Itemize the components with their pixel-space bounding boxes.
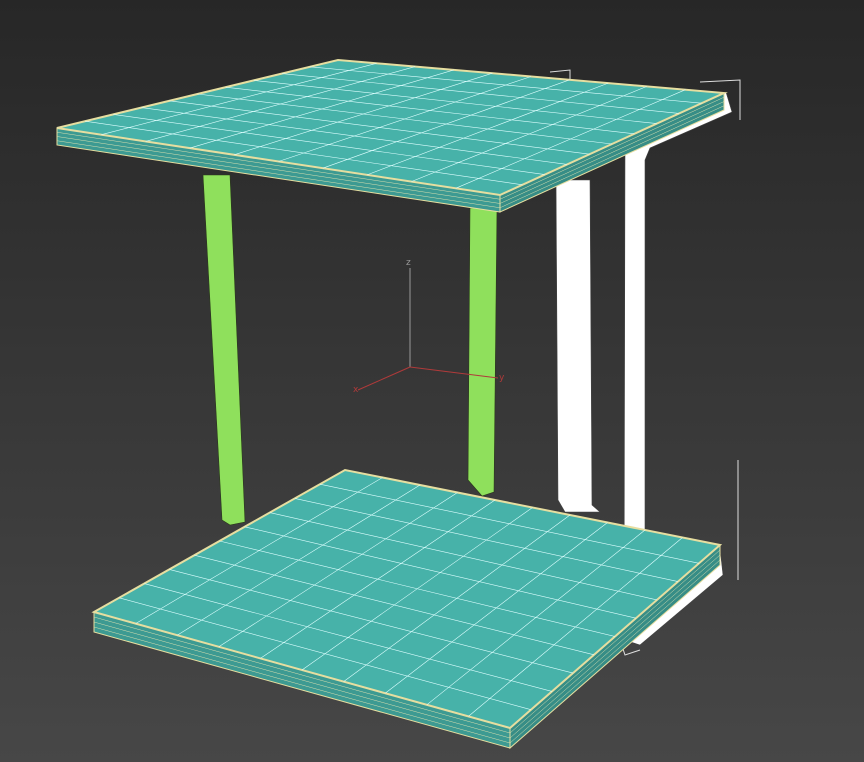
- right-leg[interactable]: [467, 207, 498, 497]
- shelf-top-face: [56, 58, 728, 197]
- z-axis-label: z: [406, 258, 411, 268]
- 3d-viewport[interactable]: z x y: [0, 0, 864, 762]
- x-axis-label: x: [353, 385, 359, 395]
- y-axis-label: y: [499, 373, 505, 383]
- top-shelf[interactable]: [56, 58, 728, 213]
- left-leg[interactable]: [202, 174, 246, 526]
